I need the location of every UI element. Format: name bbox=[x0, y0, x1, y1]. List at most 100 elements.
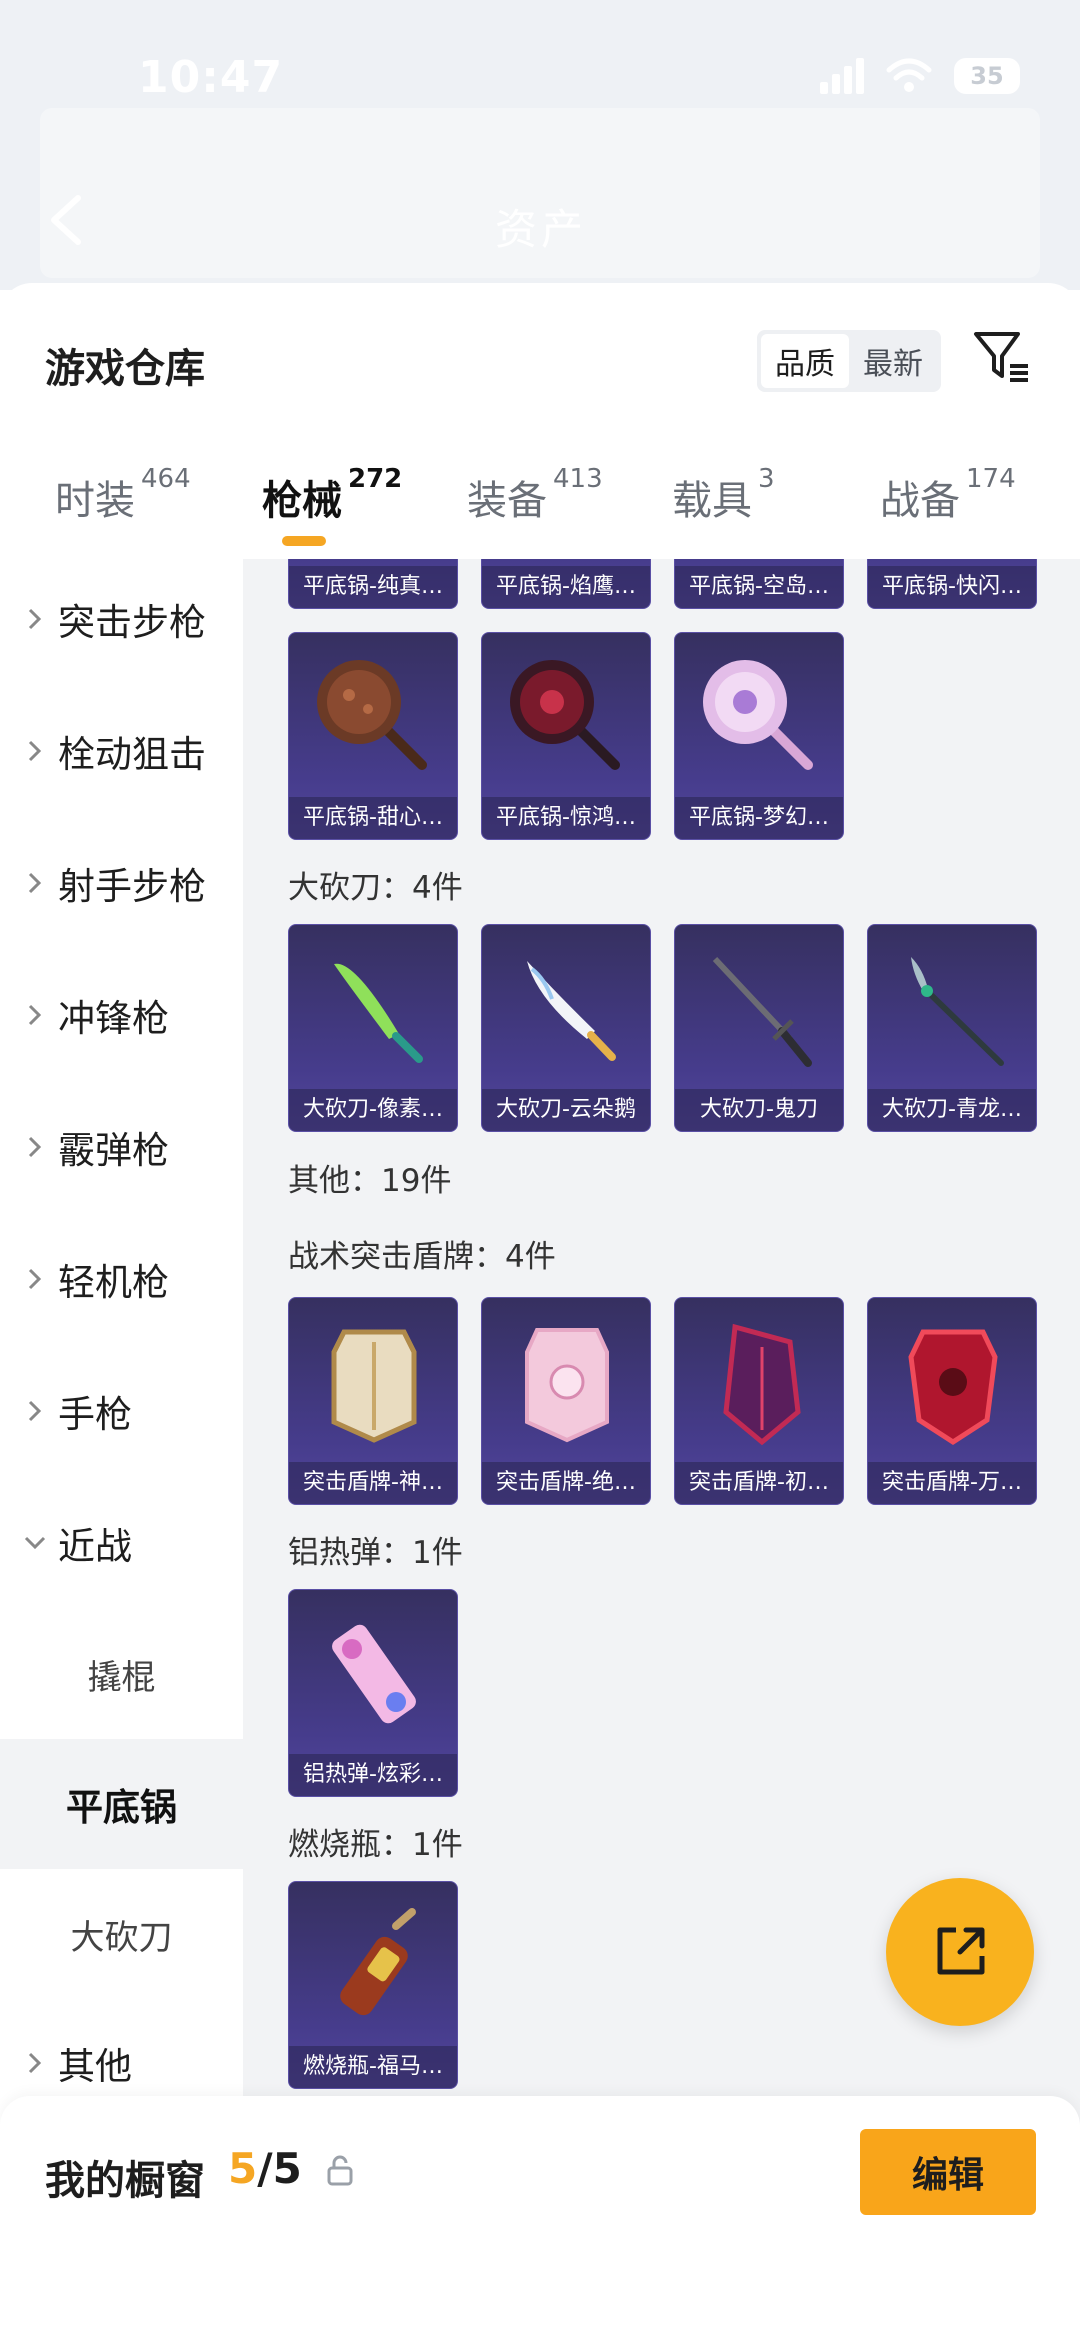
category-tabs: 时装 464 枪械 272 装备 413 载具 3 战备 174 bbox=[0, 464, 1080, 558]
item-card-label: 大砍刀-青龙… bbox=[868, 1089, 1036, 1131]
item-card[interactable]: 大砍刀-鬼刀 bbox=[674, 924, 844, 1132]
status-icons: 35 bbox=[820, 58, 1020, 94]
item-card-label: 大砍刀-鬼刀 bbox=[675, 1089, 843, 1131]
section-title-molotov: 燃烧瓶：1件 bbox=[288, 1827, 463, 1863]
battery-icon: 35 bbox=[954, 58, 1020, 94]
sidebar-item-bolt-sniper[interactable]: 栓动狙击 bbox=[0, 691, 243, 811]
frying-pan-icon bbox=[510, 660, 620, 770]
sidebar-item-lmg[interactable]: 轻机枪 bbox=[0, 1219, 243, 1339]
sidebar-item-pistol[interactable]: 手枪 bbox=[0, 1351, 243, 1471]
showcase-label: 我的橱窗 bbox=[45, 2158, 205, 2204]
item-card[interactable]: 突击盾牌-神… bbox=[288, 1297, 458, 1505]
item-card-label: 大砍刀-云朵鹅 bbox=[482, 1089, 650, 1131]
shield-icon bbox=[525, 1328, 609, 1443]
section-title-tactical-shield: 战术突击盾牌：4件 bbox=[288, 1239, 556, 1275]
shield-icon bbox=[908, 1329, 998, 1445]
item-card-label: 平底锅-惊鸿… bbox=[482, 797, 650, 839]
section-title-machete: 大砍刀：4件 bbox=[288, 870, 463, 906]
machete-icon bbox=[527, 961, 616, 1061]
wifi-icon bbox=[886, 58, 932, 92]
section-title-other: 其他：19件 bbox=[288, 1163, 452, 1199]
chevron-right-icon bbox=[28, 1136, 42, 1158]
sidebar-subitem-frying-pan[interactable]: 平底锅 bbox=[0, 1739, 243, 1869]
sheet-title: 游戏仓库 bbox=[45, 346, 205, 392]
item-grid-panel: 平底锅-纯真… 平底锅-焰鹰… 平底锅-空岛… 平底锅-快闪… 平底锅-甜心… … bbox=[243, 559, 1080, 2341]
item-card-label: 平底锅-甜心… bbox=[289, 797, 457, 839]
item-card[interactable]: 平底锅-空岛… bbox=[674, 559, 844, 609]
chevron-right-icon bbox=[28, 1400, 42, 1422]
warehouse-sheet: 游戏仓库 品质 最新 时装 464 枪械 272 装备 413 载具 3 战备 174 突… bbox=[0, 283, 1080, 2341]
tab-vehicles[interactable]: 载具 3 bbox=[672, 464, 775, 548]
showcase-bar: 我的橱窗 5/5 编辑 bbox=[0, 2096, 1080, 2341]
lock-icon bbox=[327, 2155, 353, 2186]
item-card[interactable]: 平底锅-快闪… bbox=[867, 559, 1037, 609]
item-card-label: 平底锅-空岛… bbox=[675, 566, 843, 608]
item-card[interactable]: 平底锅-焰鹰… bbox=[481, 559, 651, 609]
item-card[interactable]: 平底锅-甜心… bbox=[288, 632, 458, 840]
shield-icon bbox=[723, 1323, 801, 1446]
item-card-label: 突击盾牌-绝… bbox=[482, 1462, 650, 1504]
item-card[interactable]: 平底锅-梦幻… bbox=[674, 632, 844, 840]
frying-pan-icon bbox=[703, 660, 813, 770]
molotov-icon bbox=[340, 1908, 416, 2016]
item-card[interactable]: 突击盾牌-万… bbox=[867, 1297, 1037, 1505]
frying-pan-icon bbox=[317, 660, 427, 770]
machete-icon bbox=[712, 956, 812, 1067]
sort-quality-button[interactable]: 品质 bbox=[761, 334, 849, 388]
item-card-label: 突击盾牌-神… bbox=[289, 1462, 457, 1504]
item-card[interactable]: 大砍刀-像素… bbox=[288, 924, 458, 1132]
sidebar-subitem-crowbar[interactable]: 撬棍 bbox=[0, 1609, 243, 1739]
tab-tactical-gear[interactable]: 战备 174 bbox=[880, 464, 1016, 548]
item-card[interactable]: 大砍刀-青龙… bbox=[867, 924, 1037, 1132]
item-card-label: 突击盾牌-初… bbox=[675, 1462, 843, 1504]
chevron-right-icon bbox=[28, 1268, 42, 1290]
sidebar-subitem-machete[interactable]: 大砍刀 bbox=[0, 1869, 243, 1999]
chevron-right-icon bbox=[28, 1004, 42, 1026]
shield-icon bbox=[331, 1329, 417, 1443]
tab-fashion[interactable]: 时装 464 bbox=[55, 464, 191, 548]
chevron-down-icon bbox=[24, 1536, 46, 1550]
item-card[interactable]: 平底锅-纯真… bbox=[288, 559, 458, 609]
status-time: 10:47 bbox=[138, 52, 284, 103]
external-link-icon bbox=[937, 1927, 985, 1975]
item-card-label: 平底锅-快闪… bbox=[868, 566, 1036, 608]
chevron-right-icon bbox=[28, 740, 42, 762]
chevron-right-icon bbox=[28, 2052, 42, 2074]
sort-toggle: 品质 最新 bbox=[757, 330, 941, 392]
showcase-count: 5/5 bbox=[228, 2144, 302, 2193]
weapon-category-sidebar: 突击步枪 栓动狙击 射手步枪 冲锋枪 霰弹枪 轻机枪 手枪 近战 撬棍 平底锅 … bbox=[0, 559, 243, 2341]
chevron-right-icon bbox=[28, 608, 42, 630]
item-card-label: 平底锅-纯真… bbox=[289, 566, 457, 608]
section-title-thermite: 铝热弹：1件 bbox=[288, 1535, 463, 1571]
share-fab-button[interactable] bbox=[886, 1878, 1034, 2026]
tab-equipment[interactable]: 装备 413 bbox=[467, 464, 603, 548]
signal-icon bbox=[820, 58, 864, 94]
sidebar-item-assault-rifle[interactable]: 突击步枪 bbox=[0, 559, 243, 679]
sidebar-item-shotgun[interactable]: 霰弹枪 bbox=[0, 1087, 243, 1207]
sidebar-item-melee[interactable]: 近战 bbox=[0, 1483, 243, 1603]
item-card-label: 平底锅-焰鹰… bbox=[482, 566, 650, 608]
item-card-label: 大砍刀-像素… bbox=[289, 1089, 457, 1131]
nav-title: 资产 bbox=[495, 205, 588, 254]
item-card-label: 燃烧瓶-福马… bbox=[289, 2046, 457, 2088]
edit-button[interactable]: 编辑 bbox=[860, 2129, 1036, 2215]
active-tab-indicator bbox=[282, 536, 326, 546]
thermite-grenade-icon bbox=[332, 1624, 416, 1724]
item-card-label: 平底锅-梦幻… bbox=[675, 797, 843, 839]
item-card[interactable]: 燃烧瓶-福马… bbox=[288, 1881, 458, 2089]
filter-icon[interactable] bbox=[972, 328, 1032, 388]
chevron-right-icon bbox=[28, 872, 42, 894]
machete-icon bbox=[334, 963, 423, 1063]
item-card-label: 铝热弹-炫彩… bbox=[289, 1754, 457, 1796]
item-card[interactable]: 平底锅-惊鸿… bbox=[481, 632, 651, 840]
item-card[interactable]: 突击盾牌-初… bbox=[674, 1297, 844, 1505]
back-arrow-icon[interactable] bbox=[40, 190, 100, 250]
machete-icon bbox=[911, 957, 1004, 1066]
sidebar-item-smg[interactable]: 冲锋枪 bbox=[0, 955, 243, 1075]
sidebar-item-marksman-rifle[interactable]: 射手步枪 bbox=[0, 823, 243, 943]
item-card-label: 突击盾牌-万… bbox=[868, 1462, 1036, 1504]
sort-newest-button[interactable]: 最新 bbox=[849, 334, 937, 388]
item-card[interactable]: 铝热弹-炫彩… bbox=[288, 1589, 458, 1797]
item-card[interactable]: 大砍刀-云朵鹅 bbox=[481, 924, 651, 1132]
item-card[interactable]: 突击盾牌-绝… bbox=[481, 1297, 651, 1505]
